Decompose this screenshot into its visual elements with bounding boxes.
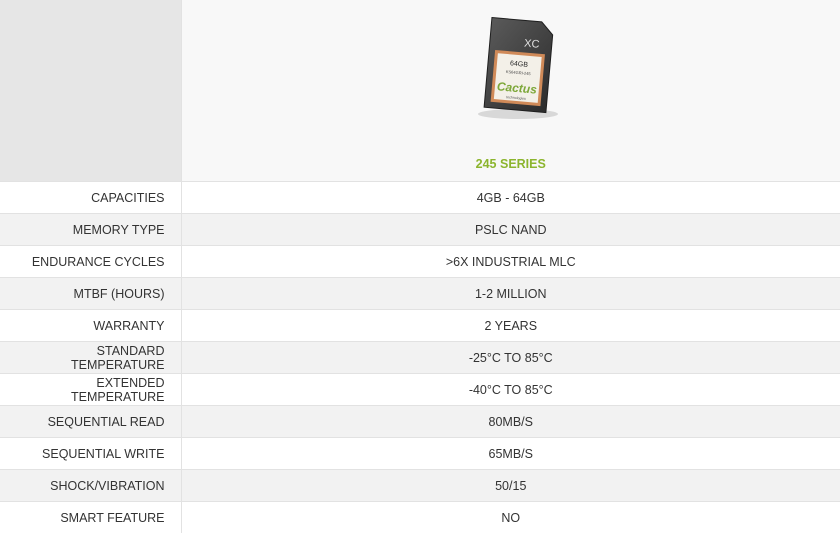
spec-label: CAPACITIES xyxy=(0,181,182,214)
spec-label: EXTENDED TEMPERATURE xyxy=(0,373,182,406)
spec-label: SMART FEATURE xyxy=(0,501,182,533)
spec-label: WARRANTY xyxy=(0,309,182,342)
header-row: XC 64GB KS64GRI-245 Cactus technologies … xyxy=(0,0,840,182)
spec-value: 1-2 MILLION xyxy=(181,277,840,310)
spec-label: ENDURANCE CYCLES xyxy=(0,245,182,278)
spec-row: MEMORY TYPE PSLC NAND xyxy=(0,213,840,246)
card-type-mark: XC xyxy=(523,37,539,50)
header-label-cell xyxy=(0,0,182,182)
sd-card-image: XC 64GB KS64GRI-245 Cactus technologies xyxy=(477,17,558,119)
spec-label: MTBF (HOURS) xyxy=(0,277,182,310)
spec-value: >6X INDUSTRIAL MLC xyxy=(181,245,840,278)
spec-label: MEMORY TYPE xyxy=(0,213,182,246)
spec-row: SEQUENTIAL WRITE 65MB/S xyxy=(0,437,840,470)
spec-table-body: XC 64GB KS64GRI-245 Cactus technologies … xyxy=(0,0,840,533)
spec-row: STANDARD TEMPERATURE -25°C TO 85°C xyxy=(0,341,840,374)
spec-row: ENDURANCE CYCLES >6X INDUSTRIAL MLC xyxy=(0,245,840,278)
spec-value: -40°C TO 85°C xyxy=(181,373,840,406)
header-product-cell: XC 64GB KS64GRI-245 Cactus technologies … xyxy=(181,0,840,182)
spec-row: SEQUENTIAL READ 80MB/S xyxy=(0,405,840,438)
spec-value: 80MB/S xyxy=(181,405,840,438)
spec-value: 4GB - 64GB xyxy=(181,181,840,214)
spec-label: SHOCK/VIBRATION xyxy=(0,469,182,502)
spec-row: EXTENDED TEMPERATURE -40°C TO 85°C xyxy=(0,373,840,406)
spec-row: SHOCK/VIBRATION 50/15 xyxy=(0,469,840,502)
spec-row: MTBF (HOURS) 1-2 MILLION xyxy=(0,277,840,310)
spec-value: 65MB/S xyxy=(181,437,840,470)
spec-value: -25°C TO 85°C xyxy=(181,341,840,374)
spec-label: SEQUENTIAL READ xyxy=(0,405,182,438)
spec-value: PSLC NAND xyxy=(181,213,840,246)
spec-label: SEQUENTIAL WRITE xyxy=(0,437,182,470)
series-title: 245 SERIES xyxy=(475,157,546,171)
spec-table: XC 64GB KS64GRI-245 Cactus technologies … xyxy=(0,0,840,533)
spec-row: CAPACITIES 4GB - 64GB xyxy=(0,181,840,214)
spec-value: 2 YEARS xyxy=(181,309,840,342)
spec-row: WARRANTY 2 YEARS xyxy=(0,309,840,342)
spec-label: STANDARD TEMPERATURE xyxy=(0,341,182,374)
spec-row: SMART FEATURE NO xyxy=(0,501,840,533)
spec-value: NO xyxy=(181,501,840,533)
spec-value: 50/15 xyxy=(181,469,840,502)
